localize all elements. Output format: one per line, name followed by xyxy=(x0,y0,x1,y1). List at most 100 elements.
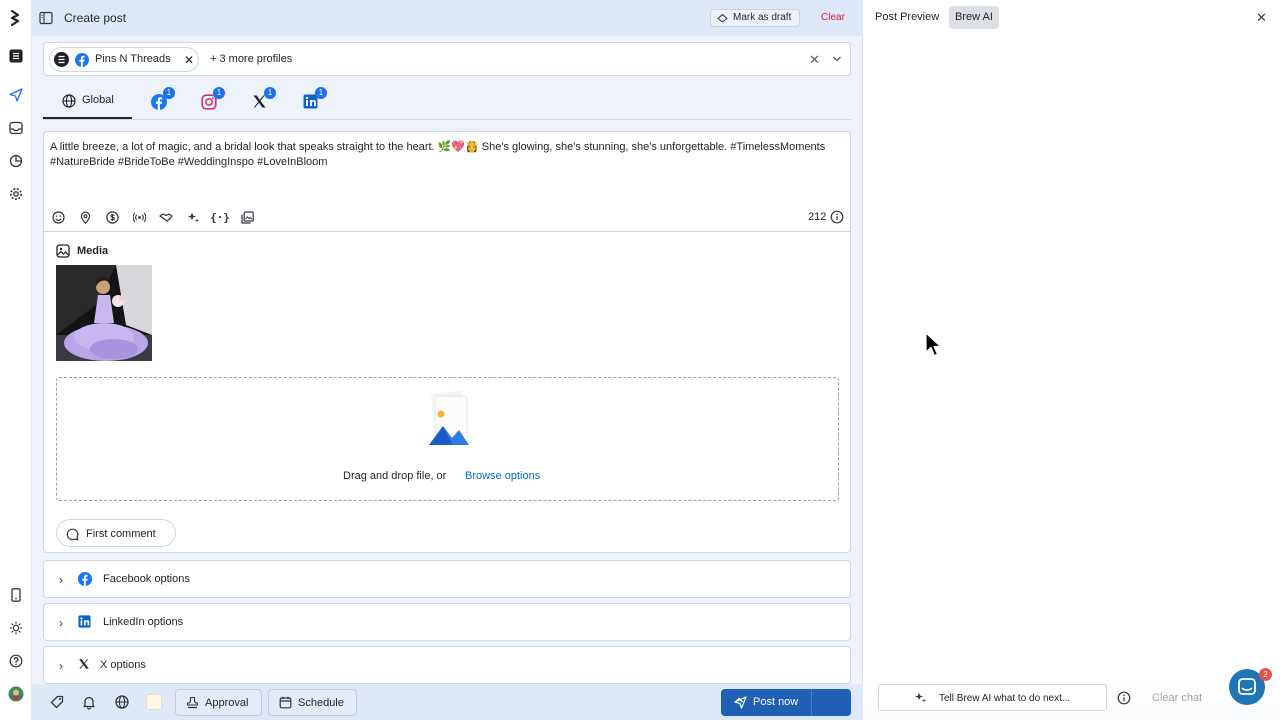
page-title: Create post xyxy=(64,11,127,25)
sidebar-toggle-icon[interactable] xyxy=(39,11,53,25)
tab-x-badge: 1 xyxy=(264,87,276,99)
mobile-icon[interactable] xyxy=(6,585,26,605)
tab-linkedin[interactable]: 1 xyxy=(301,87,327,112)
facebook-icon xyxy=(78,572,92,586)
approval-label: Approval xyxy=(205,697,249,709)
emoji-icon[interactable] xyxy=(50,209,66,225)
divider xyxy=(44,231,850,232)
first-comment-label: First comment xyxy=(86,528,156,540)
approval-button[interactable]: Approval xyxy=(175,689,262,716)
x-logo-icon xyxy=(79,659,89,669)
profile-chip[interactable]: Pins N Threads ✕ xyxy=(49,47,199,72)
app-logo[interactable] xyxy=(6,8,26,28)
facebook-options-row[interactable]: › Facebook options xyxy=(43,560,851,598)
tab-x[interactable]: 1 xyxy=(250,87,276,112)
clear-chat-button[interactable]: Clear chat xyxy=(1152,692,1202,704)
publish-icon[interactable] xyxy=(6,85,26,105)
tab-facebook[interactable]: 1 xyxy=(149,87,175,112)
left-rail xyxy=(0,0,32,720)
ai-sparkle-icon xyxy=(915,692,926,703)
user-avatar[interactable] xyxy=(6,684,26,704)
brew-ai-placeholder: Tell Brew AI what to do next... xyxy=(939,693,1071,704)
more-profiles-link[interactable]: + 3 more profiles xyxy=(210,53,292,65)
tab-instagram-badge: 1 xyxy=(213,87,225,99)
chevron-right-icon: › xyxy=(59,573,63,587)
facebook-icon xyxy=(75,53,89,67)
brew-ai-input[interactable]: Tell Brew AI what to do next... xyxy=(878,684,1107,711)
media-dropzone[interactable]: Drag and drop file, or Browse options xyxy=(56,377,839,501)
mark-as-draft-button[interactable]: Mark as draft xyxy=(710,9,801,27)
dollar-icon[interactable] xyxy=(104,209,120,225)
linkedin-options-label: LinkedIn options xyxy=(103,616,184,628)
profile-chip-label: Pins N Threads xyxy=(95,53,171,65)
color-swatch[interactable] xyxy=(146,694,162,710)
network-tabs: Global 1 1 1 1 xyxy=(43,84,851,120)
tab-brew-ai[interactable]: Brew AI xyxy=(949,6,999,29)
mark-as-draft-label: Mark as draft xyxy=(733,12,792,23)
tab-post-preview[interactable]: Post Preview xyxy=(875,11,939,23)
facebook-options-label: Facebook options xyxy=(103,573,190,585)
profile-selector[interactable]: Pins N Threads ✕ + 3 more profiles ✕ xyxy=(43,42,851,76)
tab-global-label: Global xyxy=(82,94,114,106)
first-comment-button[interactable]: First comment xyxy=(56,519,176,547)
dropzone-text: Drag and drop file, or xyxy=(343,470,447,482)
analytics-icon[interactable] xyxy=(6,151,26,171)
post-text-line: A little breeze, a lot of magic, and a b… xyxy=(50,141,826,153)
mouse-cursor-icon xyxy=(925,332,942,357)
compose-card: A little breeze, a lot of magic, and a b… xyxy=(43,131,851,553)
schedule-label: Schedule xyxy=(298,697,344,709)
browse-options-link[interactable]: Browse options xyxy=(465,470,540,482)
x-options-label: X options xyxy=(100,659,146,671)
chevron-down-icon[interactable] xyxy=(832,55,842,63)
workspace-icon[interactable] xyxy=(6,46,26,66)
tab-linkedin-badge: 1 xyxy=(315,87,327,99)
media-thumbnail[interactable] xyxy=(56,265,152,361)
linkedin-icon xyxy=(78,615,91,628)
post-now-label: Post now xyxy=(753,696,799,708)
x-options-row[interactable]: › X options xyxy=(43,646,851,684)
info-icon[interactable] xyxy=(830,210,844,224)
tab-facebook-badge: 1 xyxy=(163,87,175,99)
ai-sparkle-icon[interactable] xyxy=(185,209,201,225)
remove-profile-close-icon[interactable]: ✕ xyxy=(184,54,194,66)
right-panel: Post Preview Brew AI ✕ Tell Brew AI what… xyxy=(864,0,1280,720)
post-now-button[interactable]: Post now xyxy=(721,689,851,716)
chevron-right-icon: › xyxy=(59,616,63,630)
broadcast-icon[interactable] xyxy=(131,209,147,225)
bell-icon[interactable] xyxy=(81,694,97,710)
schedule-button[interactable]: Schedule xyxy=(268,689,357,716)
chevron-up-icon[interactable] xyxy=(734,696,744,704)
variables-braces-icon[interactable]: {·} xyxy=(210,209,230,225)
upload-illustration-icon xyxy=(429,390,469,445)
tab-global[interactable]: Global xyxy=(43,84,132,119)
inbox-icon[interactable] xyxy=(6,118,26,138)
theme-sun-icon[interactable] xyxy=(6,618,26,638)
compose-toolbar: {·} xyxy=(50,209,255,225)
close-icon[interactable]: ✕ xyxy=(1256,10,1267,26)
handshake-icon[interactable] xyxy=(158,209,174,225)
post-text-line: #NatureBride #BrideToBe #WeddingInspo #L… xyxy=(50,156,328,168)
calendar-icon xyxy=(279,696,292,709)
profile-avatar xyxy=(54,52,69,67)
help-icon[interactable] xyxy=(6,651,26,671)
clear-button[interactable]: Clear xyxy=(821,12,845,23)
create-post-panel: Create post Mark as draft Clear Pins N T… xyxy=(32,0,863,720)
character-count: 212 xyxy=(808,211,827,223)
linkedin-options-row[interactable]: › LinkedIn options xyxy=(43,603,851,641)
draft-icon xyxy=(717,13,728,23)
globe-icon[interactable] xyxy=(114,694,130,710)
tag-icon[interactable] xyxy=(49,694,65,710)
post-text-area[interactable]: A little breeze, a lot of magic, and a b… xyxy=(50,140,846,170)
ai-input-bar: Tell Brew AI what to do next... Clear ch… xyxy=(864,672,1280,720)
comment-icon xyxy=(66,528,79,541)
clear-profiles-close-icon[interactable]: ✕ xyxy=(809,52,820,68)
stamp-icon xyxy=(186,696,199,709)
image-icon xyxy=(56,244,70,258)
location-pin-icon[interactable] xyxy=(77,209,93,225)
info-icon[interactable] xyxy=(1117,691,1131,705)
media-library-icon[interactable] xyxy=(239,209,255,225)
tab-instagram[interactable]: 1 xyxy=(199,87,225,112)
globe-icon xyxy=(62,94,76,108)
settings-gear-icon[interactable] xyxy=(6,184,26,204)
chevron-right-icon: › xyxy=(59,659,63,673)
